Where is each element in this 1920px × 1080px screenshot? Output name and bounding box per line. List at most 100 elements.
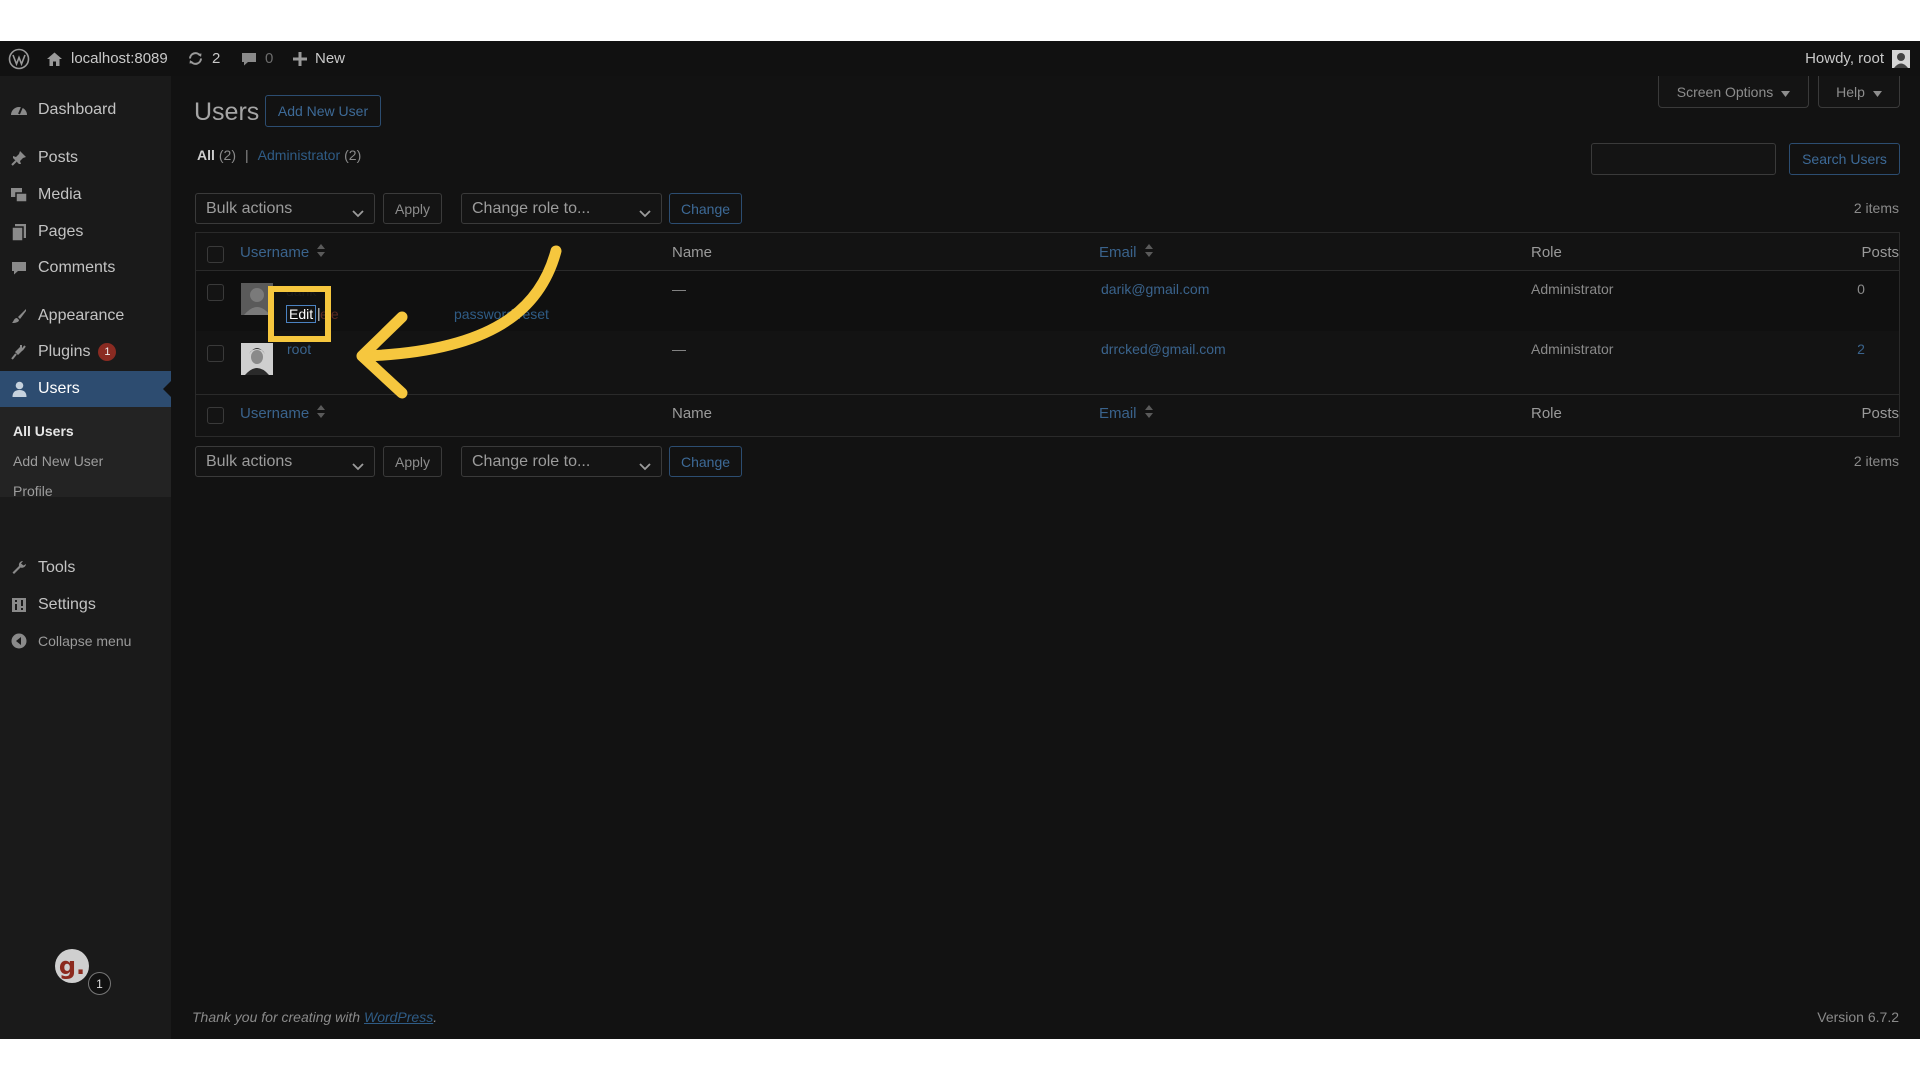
home-icon xyxy=(46,51,63,67)
comments-link[interactable]: 0 xyxy=(241,41,273,76)
site-link[interactable]: localhost:8089 xyxy=(46,41,168,76)
column-posts: Posts xyxy=(1861,244,1899,261)
apply-button[interactable]: Apply xyxy=(383,193,442,224)
sort-icon xyxy=(317,244,326,261)
column-name-bottom: Name xyxy=(672,405,713,422)
account-avatar-icon xyxy=(1892,49,1910,68)
user-filter-links: All (2) | Administrator (2) xyxy=(197,147,362,163)
search-users-input[interactable] xyxy=(1591,143,1776,175)
chevron-down-icon xyxy=(352,458,364,476)
sidebar-item-settings[interactable]: Settings xyxy=(0,587,171,623)
chevron-down-icon xyxy=(352,205,364,223)
row-action-separator: | xyxy=(317,305,321,321)
chevron-down-icon xyxy=(639,458,651,476)
submenu-add-new-user[interactable]: Add New User xyxy=(13,453,103,469)
select-all-checkbox[interactable] xyxy=(207,246,224,263)
sidebar-item-tools[interactable]: Tools xyxy=(0,550,171,586)
user-posts-count[interactable]: 0 xyxy=(1841,281,1881,297)
pages-icon xyxy=(0,223,38,241)
comment-bubble-icon xyxy=(241,51,257,67)
wordpress-link[interactable]: WordPress xyxy=(364,1009,433,1025)
guide-count-badge: 1 xyxy=(88,972,111,995)
comment-icon xyxy=(0,260,38,276)
settings-icon xyxy=(0,597,38,613)
user-icon xyxy=(0,381,38,397)
screen-options-button[interactable]: Screen Options xyxy=(1658,76,1809,108)
user-name: — xyxy=(672,341,686,357)
admin-sidebar: Dashboard Posts Media Pages Comments App… xyxy=(0,76,171,1039)
sidebar-item-media[interactable]: Media xyxy=(0,177,171,213)
change-role-button-bottom[interactable]: Change xyxy=(669,446,742,477)
collapse-menu-button[interactable]: Collapse menu xyxy=(0,623,171,659)
user-name: — xyxy=(672,281,686,297)
brush-icon xyxy=(0,308,38,324)
footer-version: Version 6.7.2 xyxy=(1817,1009,1899,1025)
change-role-button[interactable]: Change xyxy=(669,193,742,224)
column-role-bottom: Role xyxy=(1531,405,1562,422)
sort-icon xyxy=(317,405,326,422)
caret-down-icon xyxy=(1781,84,1791,100)
items-count-bottom: 2 items xyxy=(1853,453,1899,469)
column-role: Role xyxy=(1531,244,1562,261)
sort-icon xyxy=(1144,244,1153,261)
arrow-annotation-icon xyxy=(356,245,562,399)
change-role-select[interactable]: Change role to... xyxy=(461,193,662,224)
new-content-link[interactable]: New xyxy=(293,41,345,76)
users-submenu: All Users Add New User Profile xyxy=(0,407,171,499)
column-username-bottom[interactable]: Username xyxy=(240,405,326,422)
sidebar-item-appearance[interactable]: Appearance xyxy=(0,298,171,334)
pin-icon xyxy=(0,150,38,166)
wordpress-logo-icon[interactable] xyxy=(8,41,30,76)
change-role-select-bottom[interactable]: Change role to... xyxy=(461,446,662,477)
sidebar-item-dashboard[interactable]: Dashboard xyxy=(0,92,171,128)
column-username[interactable]: Username xyxy=(240,244,326,261)
column-posts-bottom: Posts xyxy=(1861,405,1899,422)
column-name: Name xyxy=(672,244,713,261)
add-new-user-button[interactable]: Add New User xyxy=(265,95,381,127)
row-checkbox[interactable] xyxy=(207,345,224,362)
plugins-update-badge: 1 xyxy=(98,343,117,361)
refresh-icon xyxy=(187,50,204,67)
filter-administrator[interactable]: Administrator xyxy=(258,147,340,163)
sort-icon xyxy=(1144,405,1153,422)
column-email[interactable]: Email xyxy=(1099,244,1153,261)
wrench-icon xyxy=(0,560,38,576)
user-role: Administrator xyxy=(1531,341,1614,357)
submenu-profile[interactable]: Profile xyxy=(13,483,53,499)
wp-admin-window: localhost:8089 2 0 New Howdy, root Dashb… xyxy=(0,41,1920,1039)
plug-icon xyxy=(0,344,38,360)
submenu-all-users[interactable]: All Users xyxy=(13,423,74,439)
sidebar-item-plugins[interactable]: Plugins 1 xyxy=(0,334,171,370)
collapse-icon xyxy=(0,633,38,649)
row-checkbox[interactable] xyxy=(207,284,224,301)
search-users-button[interactable]: Search Users xyxy=(1789,143,1900,175)
page-title: Users xyxy=(194,98,260,126)
sidebar-item-pages[interactable]: Pages xyxy=(0,214,171,250)
column-email-bottom[interactable]: Email xyxy=(1099,405,1153,422)
media-icon xyxy=(0,187,38,203)
user-email[interactable]: drrcked@gmail.com xyxy=(1101,341,1226,357)
bulk-actions-select-bottom[interactable]: Bulk actions xyxy=(195,446,375,477)
admin-bar: localhost:8089 2 0 New Howdy, root xyxy=(0,41,1920,76)
user-role: Administrator xyxy=(1531,281,1614,297)
avatar xyxy=(241,343,273,375)
sidebar-item-comments[interactable]: Comments xyxy=(0,250,171,286)
plus-icon xyxy=(293,51,307,66)
dashboard-icon xyxy=(0,102,38,118)
user-posts-count[interactable]: 2 xyxy=(1841,341,1881,357)
sidebar-item-posts[interactable]: Posts xyxy=(0,140,171,176)
select-all-checkbox-bottom[interactable] xyxy=(207,407,224,424)
guide-widget[interactable]: g. 1 xyxy=(55,949,111,995)
my-account[interactable]: Howdy, root xyxy=(1805,41,1910,76)
apply-button-bottom[interactable]: Apply xyxy=(383,446,442,477)
help-button[interactable]: Help xyxy=(1818,76,1900,108)
updates-link[interactable]: 2 xyxy=(187,41,220,76)
chevron-down-icon xyxy=(639,205,651,223)
sidebar-item-users[interactable]: Users xyxy=(0,371,171,407)
items-count: 2 items xyxy=(1853,200,1899,216)
user-email[interactable]: darik@gmail.com xyxy=(1101,281,1209,297)
bulk-actions-select[interactable]: Bulk actions xyxy=(195,193,375,224)
edit-user-link[interactable]: Edit xyxy=(286,305,317,323)
username-link[interactable]: root xyxy=(287,341,311,357)
filter-all[interactable]: All xyxy=(197,147,215,163)
